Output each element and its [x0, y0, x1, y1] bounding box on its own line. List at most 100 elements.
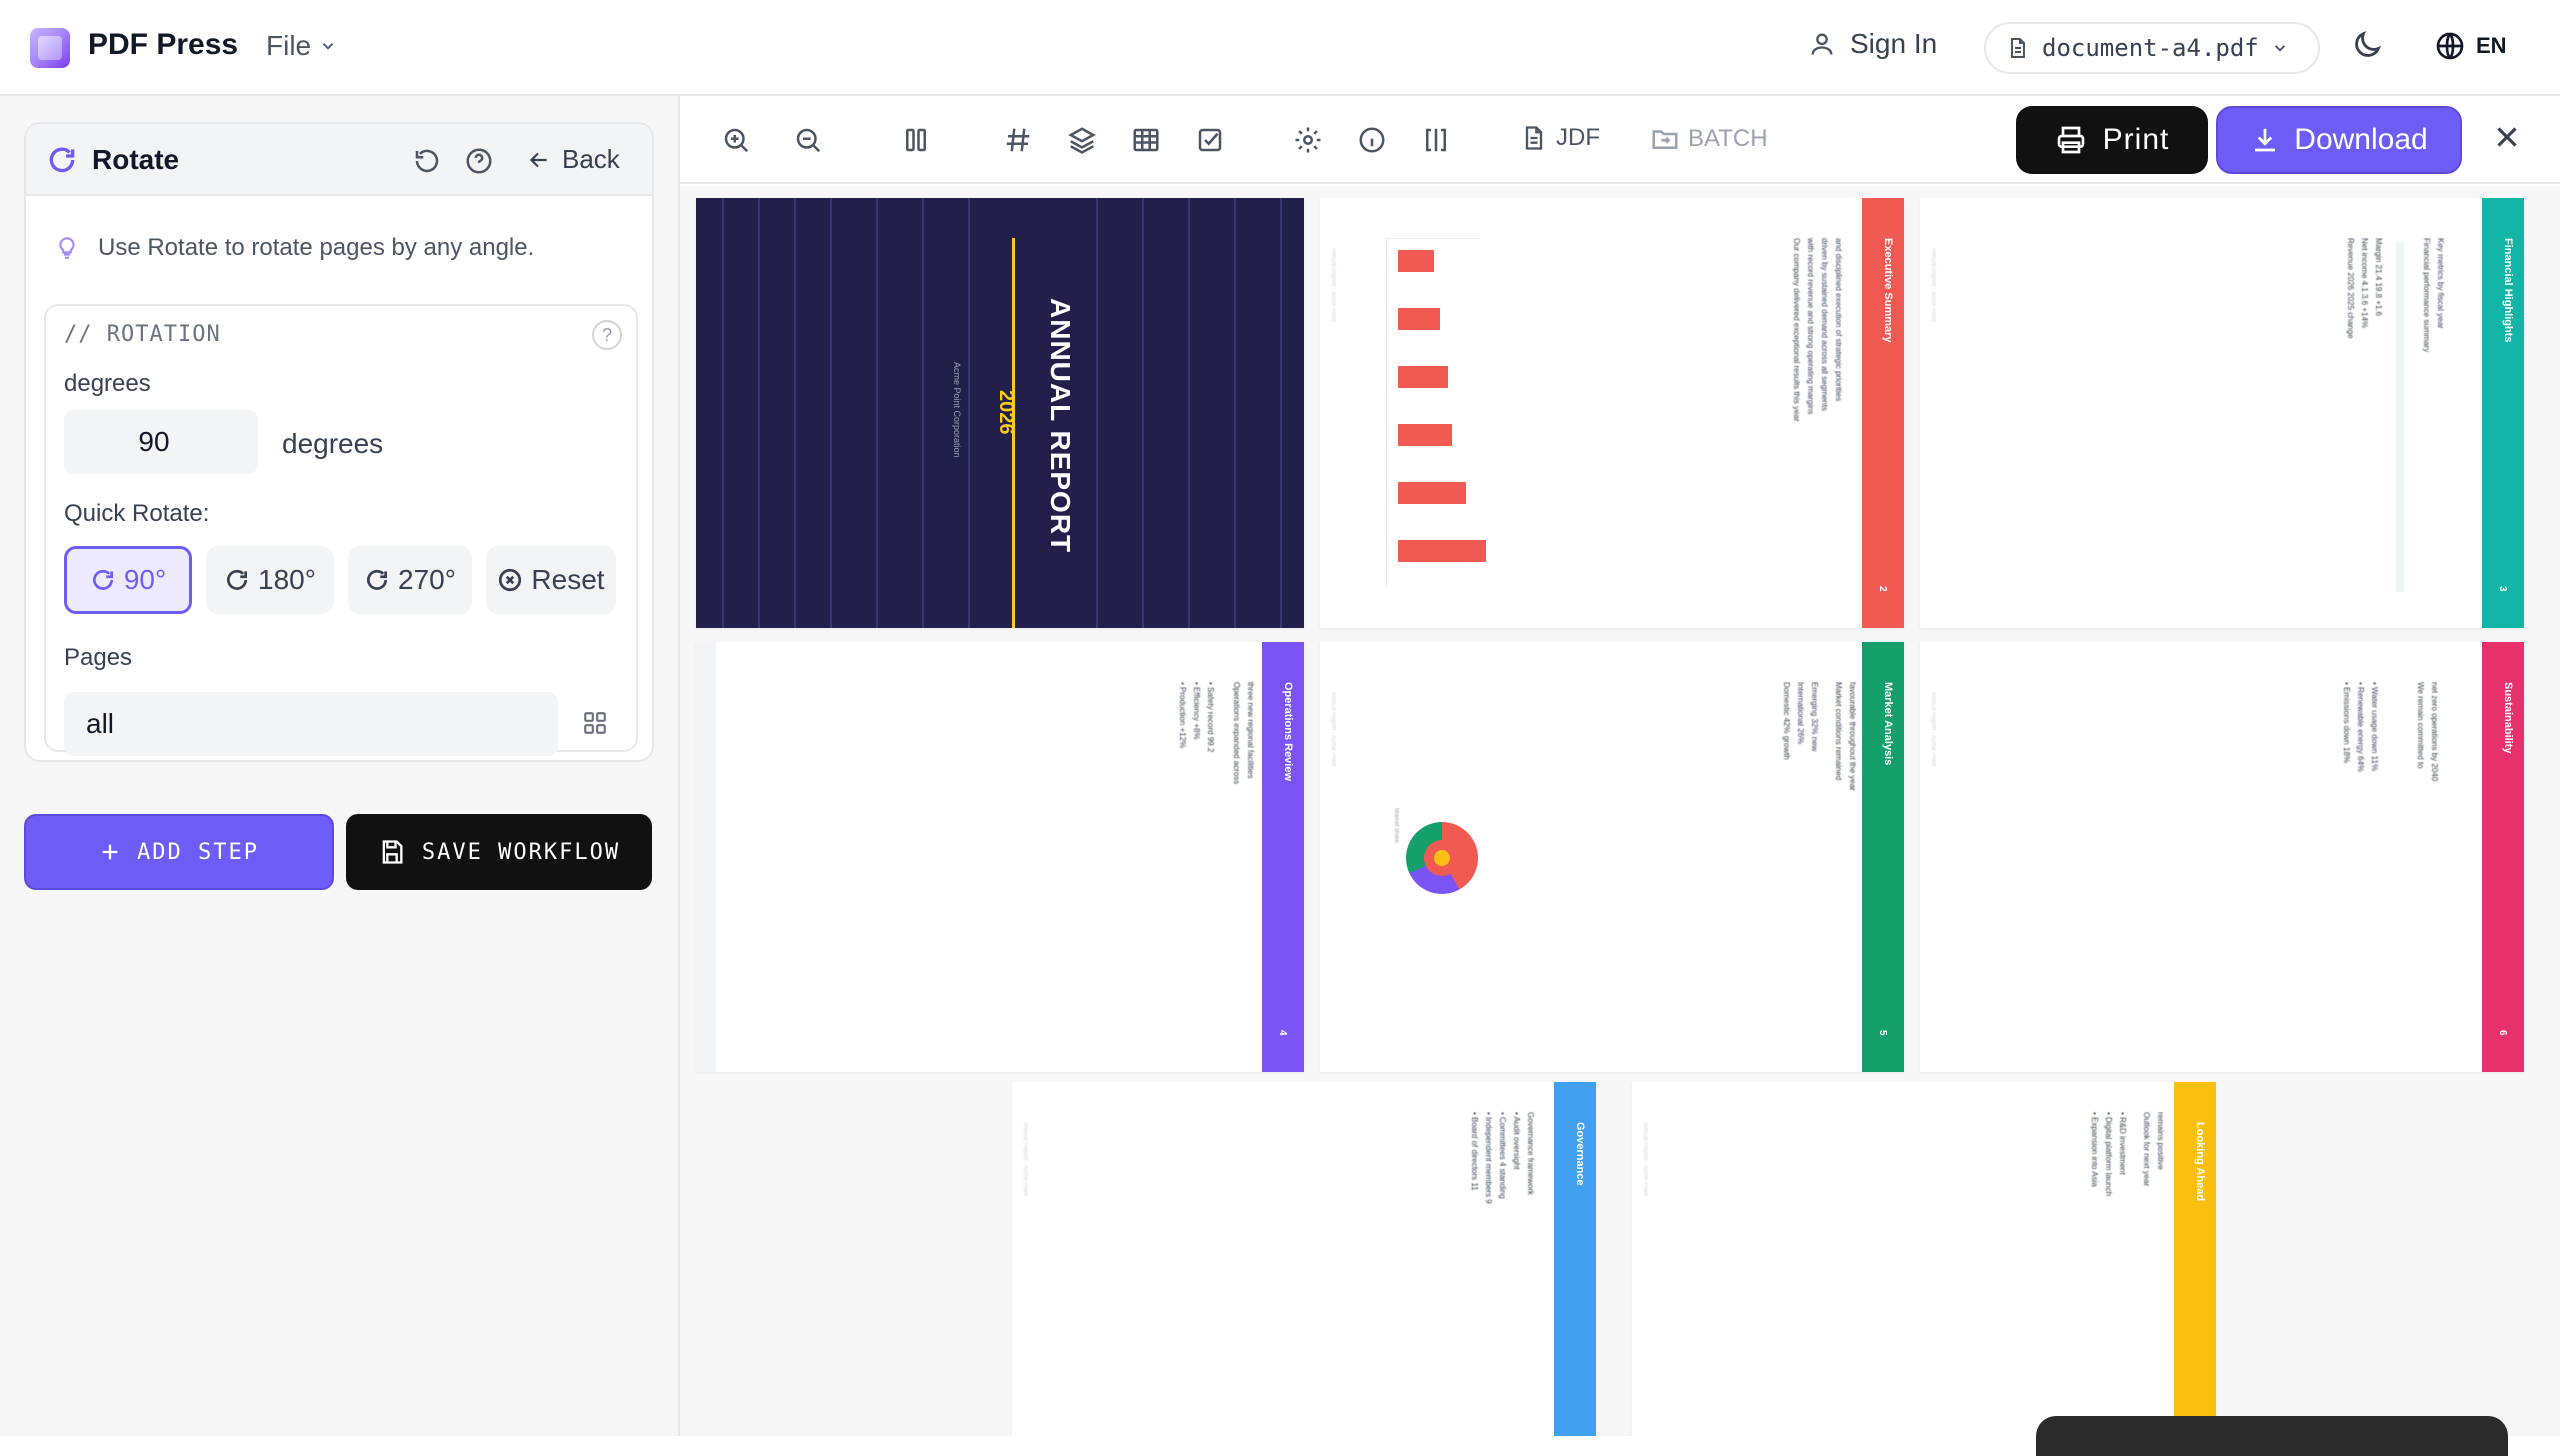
grid-view-button[interactable] [1128, 122, 1164, 158]
zoom-in-icon [724, 128, 749, 153]
layers-icon [1068, 127, 1096, 154]
batch-button[interactable]: BATCH [1650, 124, 1768, 154]
page-number: 5 [1877, 1030, 1888, 1036]
layers-button[interactable] [1064, 122, 1100, 158]
lightbulb-icon [59, 237, 75, 259]
section-stripe: Looking Ahead 8 [2174, 1082, 2216, 1436]
panel-title: Rotate [92, 144, 180, 175]
hint-text: Use Rotate to rotate pages by any angle. [98, 234, 535, 261]
select-pages-button[interactable] [1192, 122, 1228, 158]
checkbox-icon [1198, 128, 1222, 152]
page-thumbnail-grid: ANNUAL REPORT 2026 Acme Point Corporatio… [680, 186, 2560, 1436]
rotate-90-label: 90° [123, 564, 167, 595]
info-icon [1359, 127, 1385, 153]
section-stripe: Market Analysis 5 [1862, 642, 1904, 1072]
printer-icon [2057, 126, 2084, 154]
help-icon[interactable] [464, 146, 494, 176]
rotate-180-label: 180° [258, 564, 316, 595]
document-name: document-a4.pdf [2042, 34, 2259, 62]
degrees-unit: degrees [282, 428, 384, 459]
zoom-in-button[interactable] [718, 122, 754, 158]
download-label: Download [2294, 123, 2428, 156]
page-thumbnail-7[interactable]: Annual Report · Acme Point • Board of di… [1012, 1082, 1596, 1436]
panel-header: Rotate Back [26, 124, 652, 196]
zoom-out-button[interactable] [790, 122, 826, 158]
page-thumbnail-6[interactable]: Annual Report · Acme Point • Emissions d… [1920, 642, 2524, 1072]
section-stripe: Operations Review 4 [1262, 642, 1304, 1072]
download-button[interactable]: Download [2216, 106, 2462, 174]
page-section-title: Sustainability [2502, 682, 2514, 754]
columns-button[interactable] [898, 122, 934, 158]
compare-icon [1426, 128, 1446, 152]
page-thumbnail-4[interactable]: Annual Report · Acme Point • Production … [696, 642, 1304, 1072]
section-stripe: Governance 7 [1554, 1082, 1596, 1436]
rotate-270-label: 270° [398, 564, 456, 595]
save-icon [382, 840, 403, 864]
rotate-icon [49, 147, 75, 173]
circle-x-icon [499, 568, 522, 592]
degrees-label: degrees [64, 370, 151, 397]
page-thumbnail-1[interactable]: ANNUAL REPORT 2026 Acme Point Corporatio… [696, 198, 1304, 628]
rotation-settings: // ROTATION ? degrees 90 degrees Quick R… [44, 304, 638, 756]
rotate-90-button[interactable]: 90° [64, 546, 192, 614]
rotate-cw-icon [367, 569, 388, 590]
file-menu[interactable]: File [266, 30, 337, 62]
section-help-icon[interactable]: ? [592, 320, 622, 350]
back-button[interactable]: Back [526, 144, 620, 175]
rotate-cw-icon [227, 569, 248, 590]
reset-label: Reset [531, 564, 605, 595]
sign-in-button[interactable]: Sign In [1808, 28, 1937, 60]
add-step-label: ADD STEP [137, 839, 259, 865]
compare-button[interactable] [1418, 122, 1454, 158]
page-thumbnail-5[interactable]: Annual Report · Acme Point Market share … [1320, 642, 1904, 1072]
page-number: 4 [1277, 1030, 1288, 1036]
theme-toggle-button[interactable] [2350, 28, 2384, 67]
page-thumbnail-3[interactable]: Annual Report · Acme Point Revenue 2026 … [1920, 198, 2524, 628]
file-icon [1525, 126, 1543, 150]
tool-sidebar: Rotate Back Use Rotate to rotate pages b… [0, 96, 680, 1436]
zoom-out-icon [796, 128, 821, 153]
section-stripe: Sustainability 6 [2482, 642, 2524, 1072]
page-numbers-button[interactable] [1000, 122, 1036, 158]
rotate-270-button[interactable]: 270° [348, 546, 472, 614]
page-thumbnail-8[interactable]: Annual Report · Acme Point • Expansion i… [1632, 1082, 2216, 1436]
globe-icon [2436, 32, 2464, 60]
reset-rotation-button[interactable]: Reset [486, 546, 616, 614]
download-icon [2255, 128, 2276, 152]
add-step-button[interactable]: ADD STEP [24, 814, 334, 890]
batch-label: BATCH [1688, 125, 1768, 152]
page-thumbnail-2[interactable]: Annual Report · Acme Point Our company d… [1320, 198, 1904, 628]
cover-title: ANNUAL REPORT [1045, 298, 1076, 554]
gear-icon [1295, 127, 1321, 153]
market-share-chart [1406, 822, 1478, 894]
print-button[interactable]: Print [2016, 106, 2208, 174]
page-section-title: Executive Summary [1882, 238, 1894, 343]
page-number: 6 [2497, 1030, 2508, 1036]
file-icon [2011, 38, 2025, 58]
plus-icon [102, 844, 118, 860]
save-workflow-button[interactable]: SAVE WORKFLOW [346, 814, 652, 890]
rotate-cw-icon [92, 569, 113, 590]
close-viewer-button[interactable] [2490, 120, 2524, 159]
language-selector[interactable]: EN [2434, 30, 2507, 62]
pages-input[interactable]: all [64, 692, 558, 756]
jdf-button[interactable]: JDF [1520, 124, 1600, 152]
rotate-180-button[interactable]: 180° [206, 546, 334, 614]
page-picker-grid-icon[interactable] [582, 710, 608, 736]
top-bar: PDF Press File Sign In document-a4.pdf E… [0, 0, 2560, 96]
app-logo [30, 28, 70, 68]
file-menu-label: File [266, 30, 312, 61]
jdf-label: JDF [1556, 124, 1600, 151]
columns-icon [906, 128, 926, 152]
quick-rotate-label: Quick Rotate: [64, 500, 210, 527]
section-title: // ROTATION [64, 322, 221, 347]
viewer-toolbar: JDF BATCH Print Download [680, 96, 2560, 184]
degrees-input[interactable]: 90 [64, 410, 258, 474]
undo-icon[interactable] [412, 146, 442, 176]
page-section-title: Governance [1574, 1122, 1586, 1186]
section-stripe: Financial Highlights 3 [2482, 198, 2524, 628]
info-button[interactable] [1354, 122, 1390, 158]
settings-button[interactable] [1290, 122, 1326, 158]
document-selector[interactable]: document-a4.pdf [1984, 22, 2320, 74]
moon-icon [2355, 30, 2382, 57]
